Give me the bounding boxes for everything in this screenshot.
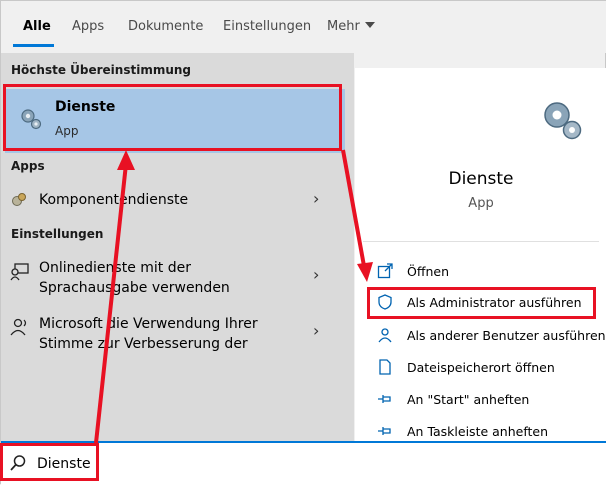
chevron-right-icon[interactable]: › [313,265,319,284]
tab-more-label: Mehr [327,19,360,34]
tab-more[interactable]: Mehr [327,19,375,34]
detail-subtitle: App [468,196,494,211]
pin-icon [377,423,393,443]
action-label: An "Start" anheften [407,392,530,407]
user-icon [377,327,393,347]
speech-person-icon [10,317,30,341]
run-as-admin-action[interactable]: Als Administrator ausführen [355,290,606,316]
chevron-right-icon[interactable]: › [313,189,319,208]
speech-monitor-icon [10,261,30,285]
best-match-subtitle: App [55,124,79,138]
filter-tabs: Alle Apps Dokumente Einstellungen Mehr [1,1,606,53]
results-list: Höchste Übereinstimmung Dienste App Apps [1,53,354,441]
gears-icon [19,107,43,135]
search-icon [9,454,27,476]
pin-icon [377,391,393,411]
action-label: Als anderer Benutzer ausführen [407,328,606,343]
pin-to-start-action[interactable]: An "Start" anheften [355,387,606,413]
open-action[interactable]: Öffnen [355,259,606,285]
list-item-line2: Sprachausgabe verwenden [39,280,230,296]
detail-title: Dienste [448,169,514,189]
file-icon [377,359,393,379]
action-label: An Taskleiste anheften [407,424,549,439]
chevron-down-icon [364,22,375,28]
best-match-item[interactable]: Dienste App [5,89,345,153]
detail-panel [355,68,606,441]
list-item-line2: Stimme zur Verbesserung der [39,336,248,352]
tab-settings[interactable]: Einstellungen [223,19,311,34]
search-box[interactable] [1,441,606,485]
run-as-other-user-action[interactable]: Als anderer Benutzer ausführen [355,323,606,349]
best-match-header: Höchste Übereinstimmung [11,63,191,77]
tab-all[interactable]: Alle [23,19,51,34]
action-label: Öffnen [407,264,449,279]
list-item-line1: Onlinedienste mit der [39,260,191,276]
open-icon [377,263,393,283]
component-services-icon [10,191,28,213]
open-file-location-action[interactable]: Dateispeicherort öffnen [355,355,606,381]
list-item-online-speech[interactable]: Onlinedienste mit der Sprachausgabe verw… [1,253,354,303]
gears-icon [540,98,584,146]
tab-apps[interactable]: Apps [72,19,104,34]
list-item-voice-improvement[interactable]: Microsoft die Verwendung Ihrer Stimme zu… [1,309,354,359]
list-item-line1: Microsoft die Verwendung Ihrer [39,316,258,332]
shield-icon [377,294,393,314]
apps-header: Apps [11,159,45,173]
action-label: Dateispeicherort öffnen [407,360,555,375]
start-search-window: Alle Apps Dokumente Einstellungen Mehr H… [0,0,606,485]
best-match-title: Dienste [55,99,116,115]
chevron-right-icon[interactable]: › [313,321,319,340]
list-item-component-services[interactable]: Komponentendienste › [1,183,354,217]
action-label: Als Administrator ausführen [407,295,582,310]
detail-divider [363,241,599,242]
active-tab-indicator [13,44,54,47]
tab-documents[interactable]: Dokumente [128,19,203,34]
list-item-label: Komponentendienste [39,192,189,208]
settings-header: Einstellungen [11,227,104,241]
search-input[interactable] [37,451,577,477]
